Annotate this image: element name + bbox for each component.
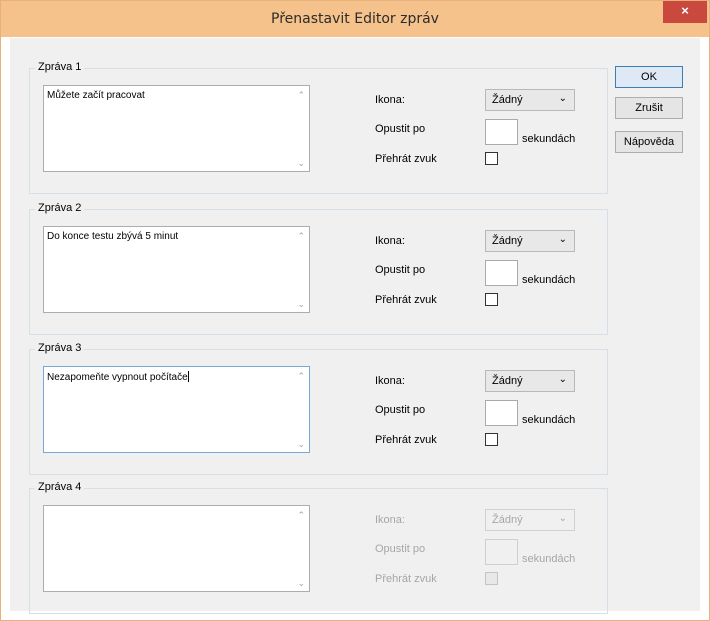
seconds-label: sekundách	[522, 274, 576, 286]
message-text-area[interactable]: ⌃ ⌄	[43, 505, 310, 592]
message-group-2: Zpráva 2 Do konce testu zbývá 5 minut ⌃ …	[29, 202, 608, 335]
play-sound-label: Přehrát zvuk	[375, 294, 437, 306]
group-legend: Zpráva 4	[35, 481, 85, 493]
group-legend: Zpráva 3	[35, 342, 85, 354]
play-sound-checkbox[interactable]	[485, 152, 498, 165]
icon-select-value: Žádný	[492, 375, 523, 387]
play-sound-label: Přehrát zvuk	[375, 153, 437, 165]
seconds-label: sekundách	[522, 414, 576, 426]
play-sound-checkbox[interactable]	[485, 293, 498, 306]
icon-select[interactable]: Žádný ⌄	[485, 230, 575, 252]
message-text-area[interactable]: Nezapomeňte vypnout počítače ⌃ ⌄	[43, 366, 310, 453]
icon-label: Ikona:	[375, 94, 405, 106]
play-sound-label: Přehrát zvuk	[375, 573, 437, 585]
leave-after-label: Opustit po	[375, 404, 426, 416]
message-group-1: Zpráva 1 Můžete začít pracovat ⌃ ⌄ Ikona…	[29, 61, 608, 194]
scroll-up-icon[interactable]: ⌃	[297, 90, 305, 101]
cancel-button[interactable]: Zrušit	[615, 97, 683, 119]
message-text: Můžete začít pracovat	[47, 90, 145, 101]
scroll-up-icon[interactable]: ⌃	[297, 371, 305, 382]
seconds-input[interactable]	[485, 119, 518, 145]
chevron-down-icon: ⌄	[558, 234, 567, 245]
icon-label: Ikona:	[375, 235, 405, 247]
title-bar[interactable]: Přenastavit Editor zpráv ×	[1, 1, 709, 37]
dialog-window: Přenastavit Editor zpráv × Zpráva 1 Může…	[0, 0, 710, 621]
icon-select-value: Žádný	[492, 514, 523, 526]
icon-select: Žádný ⌄	[485, 509, 575, 531]
play-sound-label: Přehrát zvuk	[375, 434, 437, 446]
chevron-down-icon: ⌄	[558, 374, 567, 385]
play-sound-checkbox	[485, 572, 498, 585]
scroll-down-icon[interactable]: ⌄	[297, 439, 305, 450]
seconds-input[interactable]	[485, 260, 518, 286]
scroll-down-icon[interactable]: ⌄	[297, 158, 305, 169]
seconds-input	[485, 539, 518, 565]
close-icon[interactable]: ×	[663, 1, 707, 23]
leave-after-label: Opustit po	[375, 123, 426, 135]
chevron-down-icon: ⌄	[558, 93, 567, 104]
icon-select-value: Žádný	[492, 235, 523, 247]
seconds-label: sekundách	[522, 133, 576, 145]
group-legend: Zpráva 1	[35, 61, 85, 73]
message-text: Do konce testu zbývá 5 minut	[47, 231, 179, 242]
leave-after-label: Opustit po	[375, 543, 426, 555]
icon-select[interactable]: Žádný ⌄	[485, 89, 575, 111]
message-group-4: Zpráva 4 ⌃ ⌄ Ikona: Žádný ⌄ Opustit po s…	[29, 481, 608, 614]
icon-label: Ikona:	[375, 514, 405, 526]
message-text: Nezapomeňte vypnout počítače	[47, 371, 189, 383]
message-text-area[interactable]: Můžete začít pracovat ⌃ ⌄	[43, 85, 310, 172]
window-title: Přenastavit Editor zpráv	[271, 11, 439, 27]
icon-label: Ikona:	[375, 375, 405, 387]
scroll-down-icon[interactable]: ⌄	[297, 299, 305, 310]
group-legend: Zpráva 2	[35, 202, 85, 214]
message-text-area[interactable]: Do konce testu zbývá 5 minut ⌃ ⌄	[43, 226, 310, 313]
message-group-3: Zpráva 3 Nezapomeňte vypnout počítače ⌃ …	[29, 342, 608, 475]
dialog-body: Zpráva 1 Můžete začít pracovat ⌃ ⌄ Ikona…	[10, 38, 700, 614]
help-button[interactable]: Nápověda	[615, 131, 683, 153]
seconds-input[interactable]	[485, 400, 518, 426]
ok-button[interactable]: OK	[615, 66, 683, 88]
icon-select[interactable]: Žádný ⌄	[485, 370, 575, 392]
chevron-down-icon: ⌄	[558, 513, 567, 524]
text-caret	[187, 371, 189, 382]
scroll-up-icon[interactable]: ⌃	[297, 231, 305, 242]
scroll-up-icon[interactable]: ⌃	[297, 510, 305, 521]
seconds-label: sekundách	[522, 553, 576, 565]
icon-select-value: Žádný	[492, 94, 523, 106]
scroll-down-icon[interactable]: ⌄	[297, 578, 305, 589]
leave-after-label: Opustit po	[375, 264, 426, 276]
play-sound-checkbox[interactable]	[485, 433, 498, 446]
